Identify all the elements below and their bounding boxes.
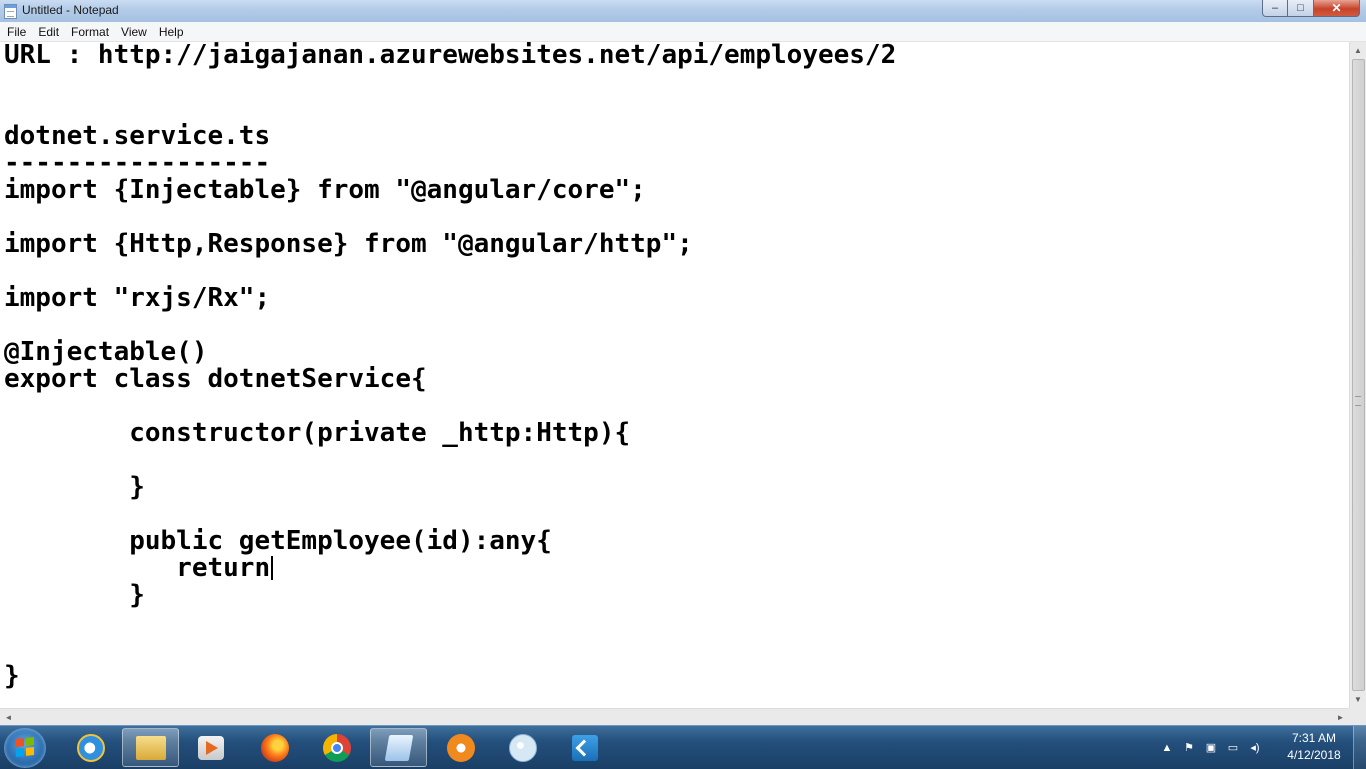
editor-line: import {Http,Response} from "@angular/ht… (4, 229, 693, 259)
start-button[interactable] (4, 728, 46, 768)
size-grip (1349, 708, 1366, 725)
window-title: Untitled - Notepad (22, 3, 119, 17)
menu-edit[interactable]: Edit (32, 25, 65, 39)
scroll-grip-icon (1355, 396, 1361, 406)
show-desktop-button[interactable] (1353, 726, 1366, 769)
editor-line: return (4, 553, 286, 583)
vertical-scrollbar[interactable]: ▲ ▼ (1349, 42, 1366, 708)
menu-bar: File Edit Format View Help (0, 22, 1366, 42)
editor-line: } (4, 472, 145, 502)
display-icon[interactable]: ▭ (1226, 741, 1240, 755)
taskbar-paint[interactable] (494, 728, 551, 767)
clock-date: 4/12/2018 (1287, 748, 1341, 762)
chrome-icon (322, 733, 351, 762)
editor-line: export class dotnetService{ (4, 364, 427, 394)
media-player-icon (197, 735, 224, 760)
scroll-right-icon[interactable]: ► (1332, 709, 1349, 725)
window-controls: – □ ✕ (1262, 0, 1360, 18)
notepad-app-icon[interactable] (4, 4, 17, 19)
editor-line: URL : http://jaigajanan.azurewebsites.ne… (4, 42, 897, 70)
editor-line: import "rxjs/Rx"; (4, 283, 271, 313)
close-button[interactable]: ✕ (1314, 0, 1360, 17)
editor-line: } (4, 661, 20, 691)
system-tray: ▲ ⚑ ▣ ▭ ◂) (1160, 726, 1262, 769)
taskbar-firefox[interactable] (246, 728, 303, 767)
text-caret (270, 556, 273, 580)
file-explorer-icon (135, 735, 166, 760)
taskbar-notepad[interactable] (370, 728, 427, 767)
paint-icon (508, 733, 537, 762)
horizontal-scrollbar[interactable]: ◄ ► (0, 708, 1366, 725)
internet-explorer-icon (76, 733, 105, 762)
action-center-flag-icon[interactable]: ⚑ (1182, 741, 1196, 755)
scroll-left-icon[interactable]: ◄ (0, 709, 17, 725)
flower-app-icon (446, 733, 475, 762)
volume-icon[interactable]: ◂) (1248, 741, 1262, 755)
maximize-button[interactable]: □ (1288, 0, 1314, 17)
editor-line: public getEmployee(id):any{ (4, 526, 552, 556)
taskbar: ▲ ⚑ ▣ ▭ ◂) 7:31 AM 4/12/2018 (0, 725, 1366, 769)
scroll-down-icon[interactable]: ▼ (1350, 691, 1366, 708)
taskbar-media-player[interactable] (182, 728, 239, 767)
vertical-scroll-thumb[interactable] (1352, 59, 1365, 691)
taskbar-chrome[interactable] (308, 728, 365, 767)
scroll-up-icon[interactable]: ▲ (1350, 42, 1366, 59)
show-hidden-icons-icon[interactable]: ▲ (1160, 741, 1174, 755)
editor-line: } (4, 580, 145, 610)
network-icon[interactable]: ▣ (1204, 741, 1218, 755)
editor-line: ----------------- (4, 148, 271, 178)
taskbar-flower-app[interactable] (432, 728, 489, 767)
menu-view[interactable]: View (115, 25, 153, 39)
taskbar-ie[interactable] (62, 728, 119, 767)
vscode-icon (571, 734, 598, 761)
firefox-icon (260, 733, 289, 762)
editor-line-caret: return (4, 555, 1349, 582)
taskbar-clock[interactable]: 7:31 AM 4/12/2018 (1276, 730, 1352, 764)
menu-file[interactable]: File (0, 25, 32, 39)
editor-content: URL : http://jaigajanan.azurewebsites.ne… (0, 42, 1349, 690)
editor-line: dotnet.service.ts (4, 121, 271, 151)
taskbar-explorer[interactable] (122, 728, 179, 767)
editor-line: @Injectable() (4, 337, 208, 367)
menu-format[interactable]: Format (65, 25, 115, 39)
minimize-button[interactable]: – (1262, 0, 1288, 17)
windows-logo-icon (16, 737, 34, 757)
title-bar[interactable]: Untitled - Notepad – □ ✕ (0, 0, 1366, 23)
clock-time: 7:31 AM (1291, 731, 1337, 745)
editor-line: import {Injectable} from "@angular/core"… (4, 175, 646, 205)
editor-line: constructor(private _http:Http){ (4, 418, 631, 448)
text-editor[interactable]: URL : http://jaigajanan.azurewebsites.ne… (0, 42, 1349, 708)
taskbar-vscode[interactable] (556, 728, 613, 767)
menu-help[interactable]: Help (153, 25, 190, 39)
notepad-icon (384, 734, 413, 761)
